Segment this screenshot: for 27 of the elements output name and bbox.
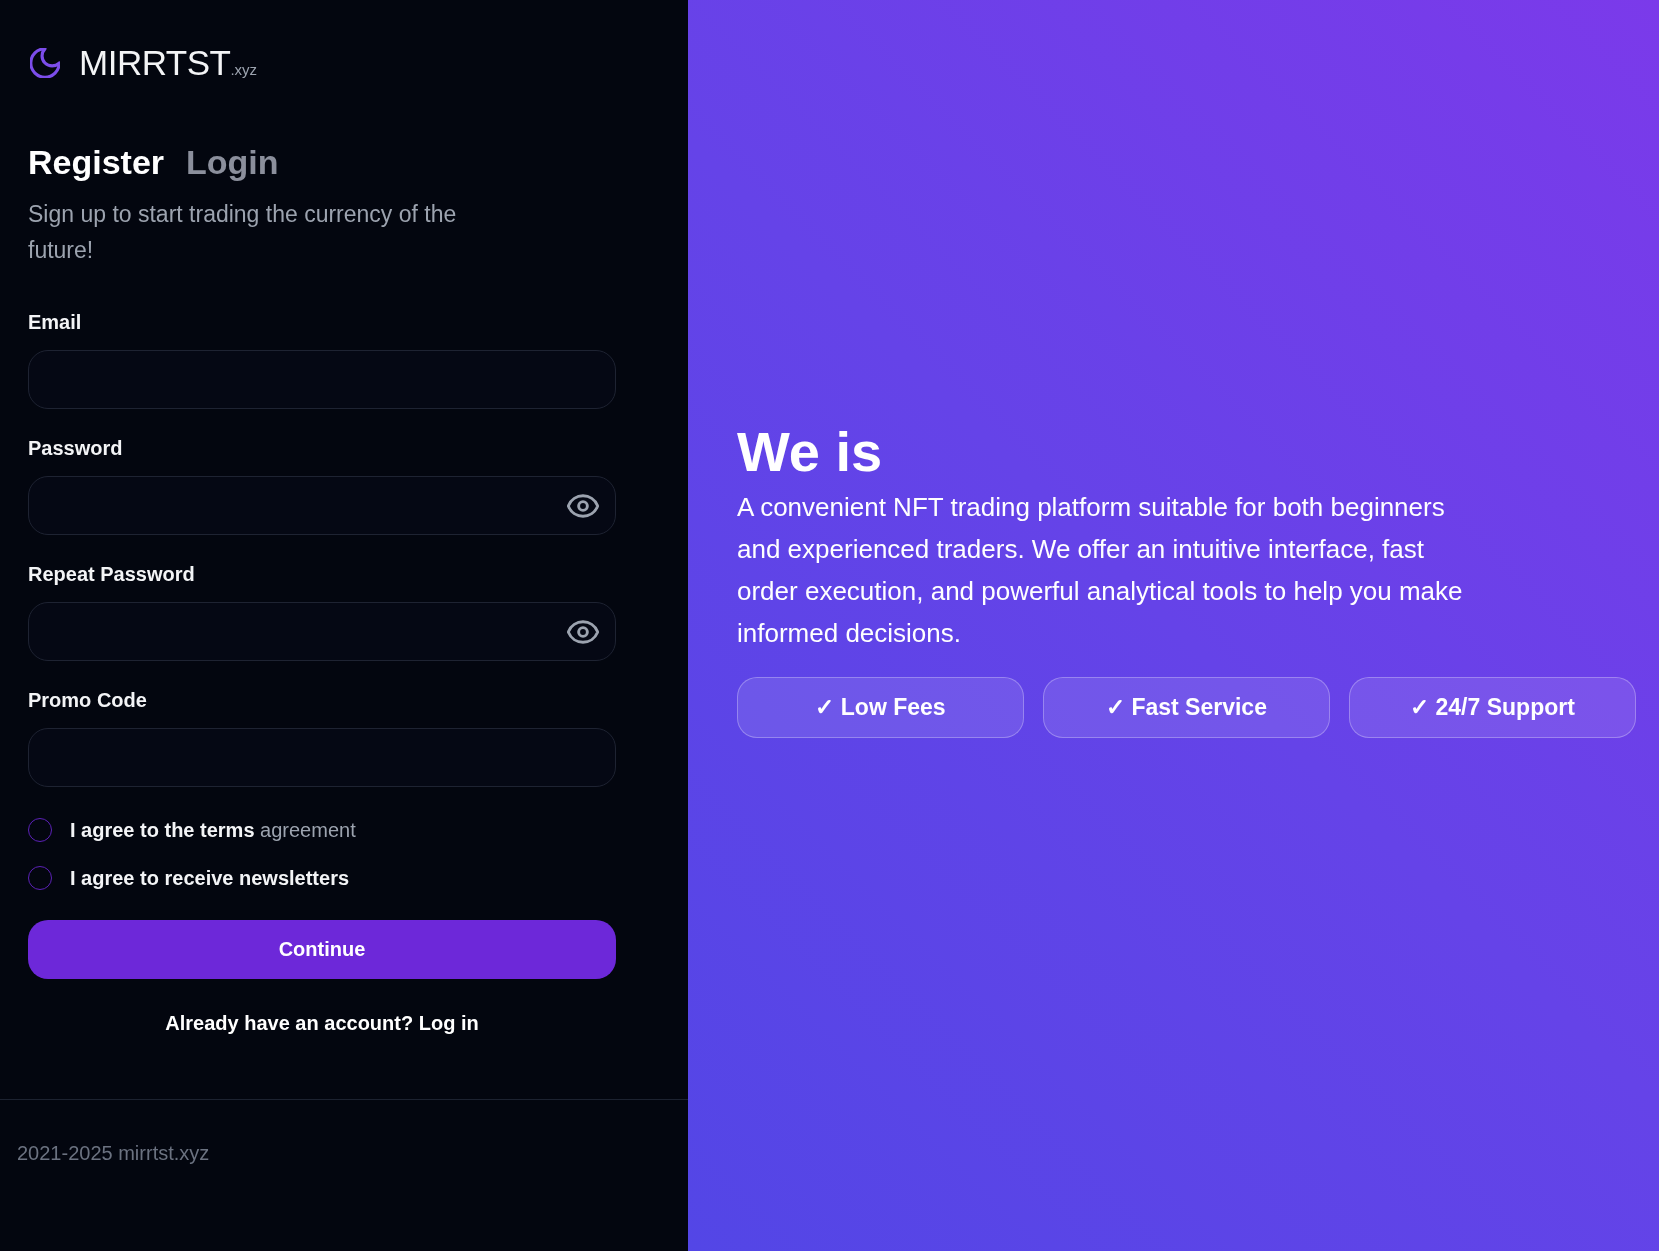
- subtitle: Sign up to start trading the currency of the future!: [28, 200, 458, 265]
- brand-name: MIRRTST: [79, 43, 231, 83]
- copyright-text: 2021-2025 mirrtst.xyz: [17, 1141, 210, 1165]
- checkbox-label: I agree to the terms agreement: [70, 818, 356, 842]
- eye-icon[interactable]: [567, 619, 599, 644]
- hero-title: We is: [737, 422, 883, 482]
- tab[interactable]: Login: [186, 142, 279, 182]
- field-label: Repeat Password: [28, 562, 195, 586]
- continue-button[interactable]: Continue: [28, 920, 616, 979]
- input-field[interactable]: [28, 350, 616, 409]
- eye-icon[interactable]: [567, 493, 599, 518]
- feature-badge: ✓ Fast Service: [1043, 677, 1330, 738]
- login-link[interactable]: Already have an account? Log in: [165, 1011, 479, 1035]
- terms-link[interactable]: agreement: [260, 819, 356, 841]
- checkbox-label: I agree to receive newsletters: [70, 866, 350, 890]
- field-label: Password: [28, 436, 123, 460]
- hero-description: A convenient NFT trading platform suitable for both beginners and experienced traders. We offer an intuitive interface, fast order execution, and powerful analytical tools to help you make informed decisions.: [737, 491, 1464, 650]
- input-field[interactable]: [28, 728, 616, 787]
- feature-badge: ✓ Low Fees: [737, 677, 1024, 738]
- field-label: Email: [28, 310, 82, 334]
- feature-badge: ✓ 24/7 Support: [1349, 677, 1636, 738]
- password-field[interactable]: [28, 476, 616, 535]
- brand-suffix: .xyz: [230, 61, 258, 78]
- field-label: Promo Code: [28, 688, 147, 712]
- tab[interactable]: Register: [28, 142, 165, 182]
- password-field[interactable]: [28, 602, 616, 661]
- moon-icon: [30, 48, 60, 78]
